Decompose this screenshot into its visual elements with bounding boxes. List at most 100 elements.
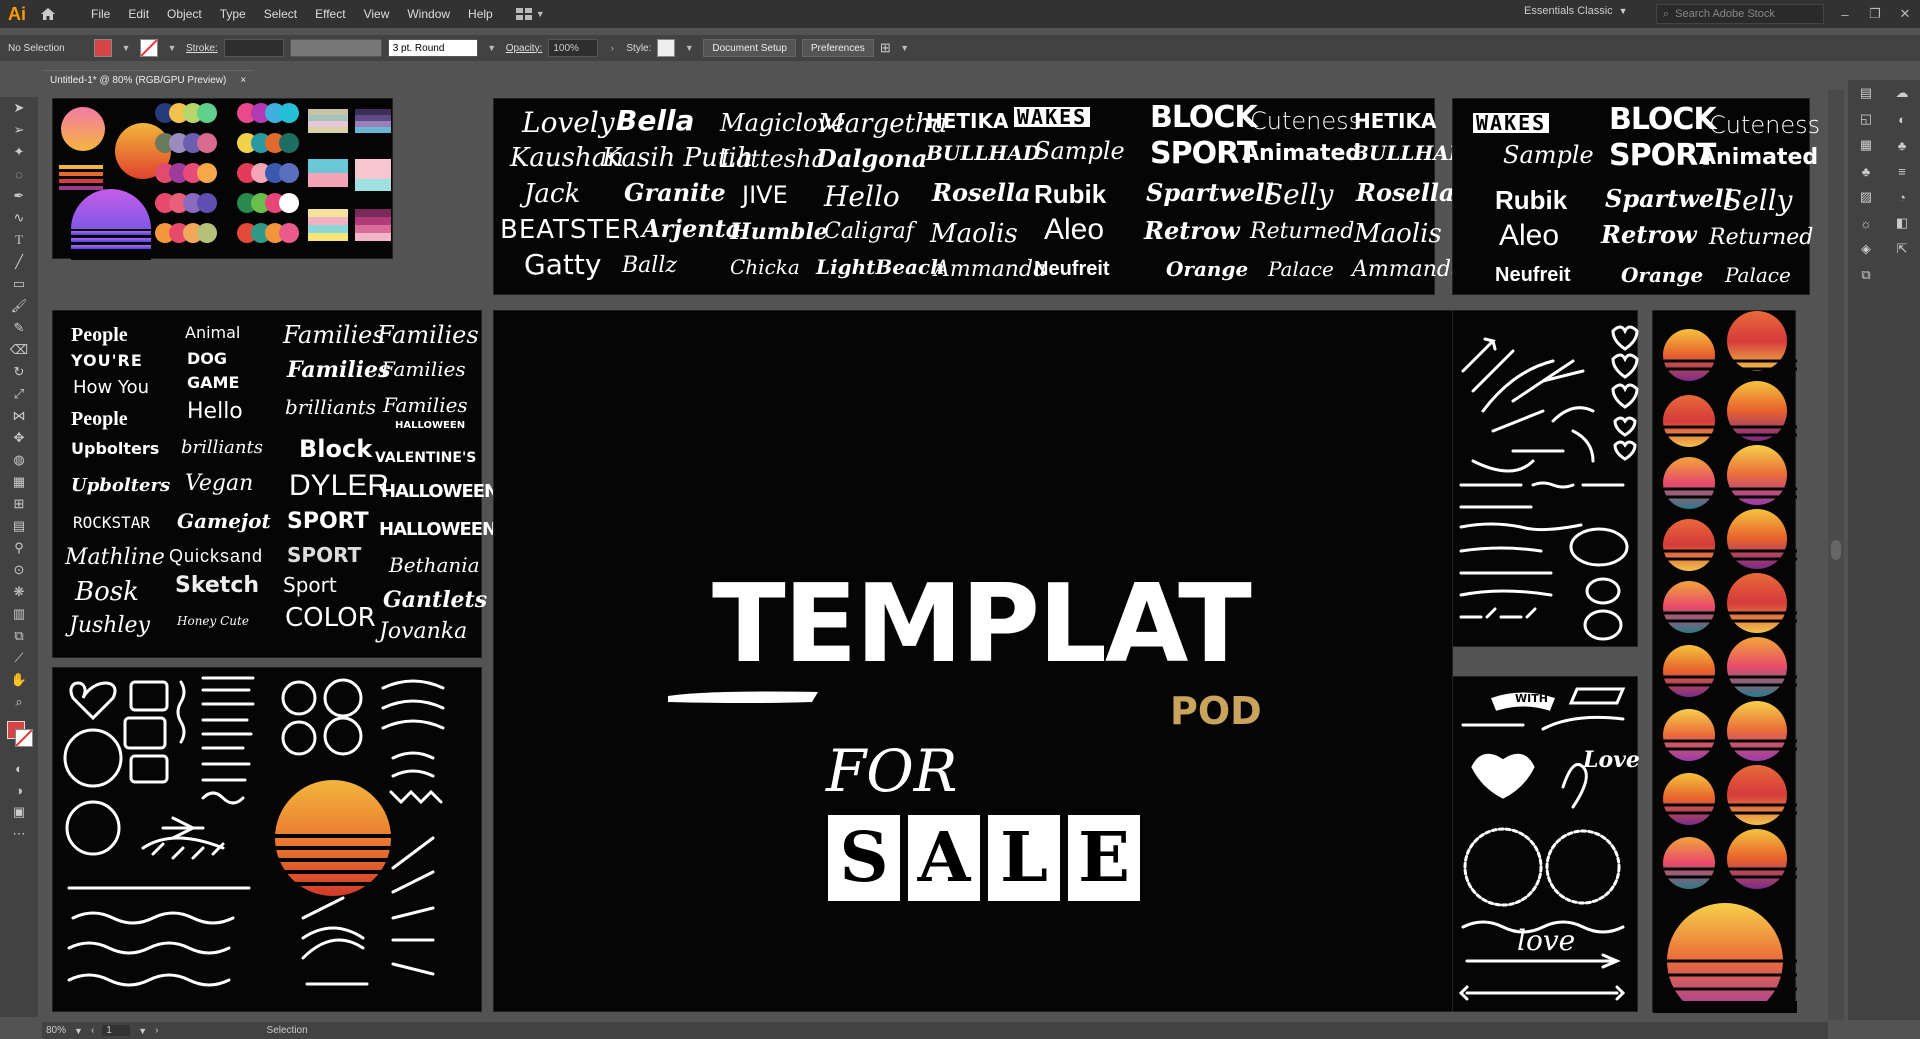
drawing-mode-icon[interactable]: ◑ <box>0 779 38 801</box>
app-logo[interactable]: Ai <box>0 0 34 28</box>
slice-tool-icon[interactable]: ⟋ <box>0 647 38 669</box>
prev-artboard-icon[interactable]: ‹ <box>91 1025 94 1036</box>
menu-window[interactable]: Window <box>398 7 459 21</box>
puppet-warp-tool-icon[interactable]: ✥ <box>0 427 38 449</box>
layers-panel-icon[interactable]: ◱ <box>1848 106 1884 132</box>
scale-tool-icon[interactable]: ⤢ <box>0 383 38 405</box>
next-artboard-icon[interactable]: › <box>155 1025 158 1036</box>
screen-mode-icon[interactable]: ▣ <box>0 801 38 823</box>
lasso-tool-icon[interactable]: ◌ <box>0 163 38 185</box>
shaper-tool-icon[interactable]: ✎ <box>0 317 38 339</box>
style-swatch[interactable] <box>657 39 676 57</box>
pen-tool-icon[interactable]: ✒ <box>0 185 38 207</box>
close-icon[interactable]: ✕ <box>1890 0 1920 28</box>
direct-selection-tool-icon[interactable]: ➢ <box>0 119 38 141</box>
gradient-tool-icon[interactable]: ▤ <box>0 515 38 537</box>
paintbrush-tool-icon[interactable]: 🖌 <box>0 295 38 317</box>
chevron-down-icon[interactable]: ▼ <box>118 39 134 57</box>
hand-tool-icon[interactable]: ✋ <box>0 669 38 691</box>
shape-builder-tool-icon[interactable]: ◍ <box>0 449 38 471</box>
gradient-panel-icon[interactable]: ▨ <box>1848 184 1884 210</box>
fill-swatch[interactable] <box>94 39 112 57</box>
symbols-panel-icon[interactable]: ♣ <box>1848 158 1884 184</box>
layers-stack-icon[interactable]: ◈ <box>1848 236 1884 262</box>
variable-width-field[interactable] <box>289 39 382 57</box>
line-tool-icon[interactable]: ╱ <box>0 251 38 273</box>
export-panel-icon[interactable]: ⇱ <box>1884 236 1920 262</box>
artboard-tool-icon[interactable]: ⧉ <box>0 625 38 647</box>
menu-type[interactable]: Type <box>211 7 255 21</box>
artboard-number[interactable]: 1 <box>102 1025 131 1036</box>
type-tool-icon[interactable]: T <box>0 229 38 251</box>
vertical-scrollbar[interactable] <box>1828 90 1844 1020</box>
canvas[interactable]: Lovely Kaushan Jack BEATSTER Gatty Bella… <box>42 90 1828 1020</box>
scrollbar-thumb[interactable] <box>1831 540 1841 560</box>
font-sample: HETIKA <box>1354 109 1437 133</box>
workspace-switcher[interactable]: Essentials Classic ▼ <box>1524 5 1628 17</box>
zoom-tool-icon[interactable]: ⌕ <box>0 691 38 713</box>
menu-view[interactable]: View <box>355 7 399 21</box>
stroke-panel-icon[interactable]: ≡ <box>1884 158 1920 184</box>
chevron-down-icon[interactable]: ▼ <box>164 39 180 57</box>
color-mode-icon[interactable]: ◐ <box>0 757 38 779</box>
libraries-panel-icon[interactable]: ☁ <box>1884 80 1920 106</box>
brushes-panel-icon[interactable]: ♣ <box>1884 132 1920 158</box>
align-icon[interactable]: ⊞ <box>880 40 891 56</box>
minimize-icon[interactable]: – <box>1830 0 1860 28</box>
symbol-sprayer-tool-icon[interactable]: ❋ <box>0 581 38 603</box>
menu-help[interactable]: Help <box>459 7 502 21</box>
curvature-tool-icon[interactable]: ∿ <box>0 207 38 229</box>
more-tools-icon[interactable]: ⋯ <box>0 823 38 845</box>
menu-edit[interactable]: Edit <box>119 7 158 21</box>
menu-select[interactable]: Select <box>255 7 306 21</box>
zoom-level[interactable]: 80% <box>46 1025 66 1036</box>
chevron-down-icon[interactable]: ▼ <box>138 1026 147 1036</box>
close-icon[interactable]: × <box>240 75 246 86</box>
stroke-swatch[interactable] <box>140 39 158 57</box>
restore-icon[interactable]: ❐ <box>1860 0 1890 28</box>
swatches-panel-icon[interactable]: ▦ <box>1848 132 1884 158</box>
font-sample: How You <box>73 377 150 398</box>
stroke-color-swatch[interactable] <box>15 729 33 747</box>
stock-search-field[interactable]: ⌕ Search Adobe Stock <box>1656 4 1824 24</box>
perspective-grid-tool-icon[interactable]: ▦ <box>0 471 38 493</box>
mesh-tool-icon[interactable]: ⊞ <box>0 493 38 515</box>
brush-definition[interactable]: 3 pt. Round <box>387 39 478 57</box>
chevron-down-icon[interactable]: ▼ <box>74 1026 83 1036</box>
rectangle-tool-icon[interactable]: ▭ <box>0 273 38 295</box>
eyedropper-tool-icon[interactable]: ⚲ <box>0 537 38 559</box>
arrange-documents-button[interactable]: ▼ <box>515 8 545 20</box>
home-icon[interactable] <box>34 0 62 28</box>
menu-effect[interactable]: Effect <box>306 7 354 21</box>
width-tool-icon[interactable]: ⋈ <box>0 405 38 427</box>
chevron-right-icon[interactable]: › <box>604 39 620 57</box>
graphic-styles-panel-icon[interactable]: ◧ <box>1884 210 1920 236</box>
properties-panel-icon[interactable]: ▤ <box>1848 80 1884 106</box>
opacity-field[interactable]: 100% <box>548 39 599 57</box>
transparency-panel-icon[interactable]: ◔ <box>1884 184 1920 210</box>
font-sample: Palace <box>1725 263 1791 287</box>
graph-tool-icon[interactable]: ▥ <box>0 603 38 625</box>
blend-tool-icon[interactable]: ⊙ <box>0 559 38 581</box>
appearance-panel-icon[interactable]: ☼ <box>1848 210 1884 236</box>
preferences-button[interactable]: Preferences <box>801 39 874 57</box>
menu-object[interactable]: Object <box>158 7 211 21</box>
magic-wand-tool-icon[interactable]: ✦ <box>0 141 38 163</box>
fill-stroke-widget[interactable] <box>0 713 38 757</box>
chevron-down-icon[interactable]: ▼ <box>897 39 913 57</box>
font-sample: COLOR <box>285 603 376 633</box>
selection-tool-icon[interactable]: ➤ <box>0 97 38 119</box>
eraser-tool-icon[interactable]: ⌫ <box>0 339 38 361</box>
document-setup-button[interactable]: Document Setup <box>703 39 796 57</box>
menu-file[interactable]: File <box>82 7 119 21</box>
chevron-down-icon[interactable]: ▼ <box>484 39 500 57</box>
artboards-panel-icon[interactable]: ⧉ <box>1848 262 1884 288</box>
rotate-tool-icon[interactable]: ↻ <box>0 361 38 383</box>
font-sample: Animal <box>185 323 241 342</box>
chevron-down-icon[interactable]: ▼ <box>681 39 697 57</box>
document-tab[interactable]: Untitled-1* @ 80% (RGB/GPU Preview) × <box>42 70 255 89</box>
control-bar: No Selection ▼ ▼ Stroke: 3 pt. Round ▼ O… <box>0 35 1920 61</box>
stroke-weight-field[interactable] <box>223 39 284 57</box>
font-sample: Gatty <box>524 248 602 281</box>
color-panel-icon[interactable]: ◐ <box>1884 106 1920 132</box>
